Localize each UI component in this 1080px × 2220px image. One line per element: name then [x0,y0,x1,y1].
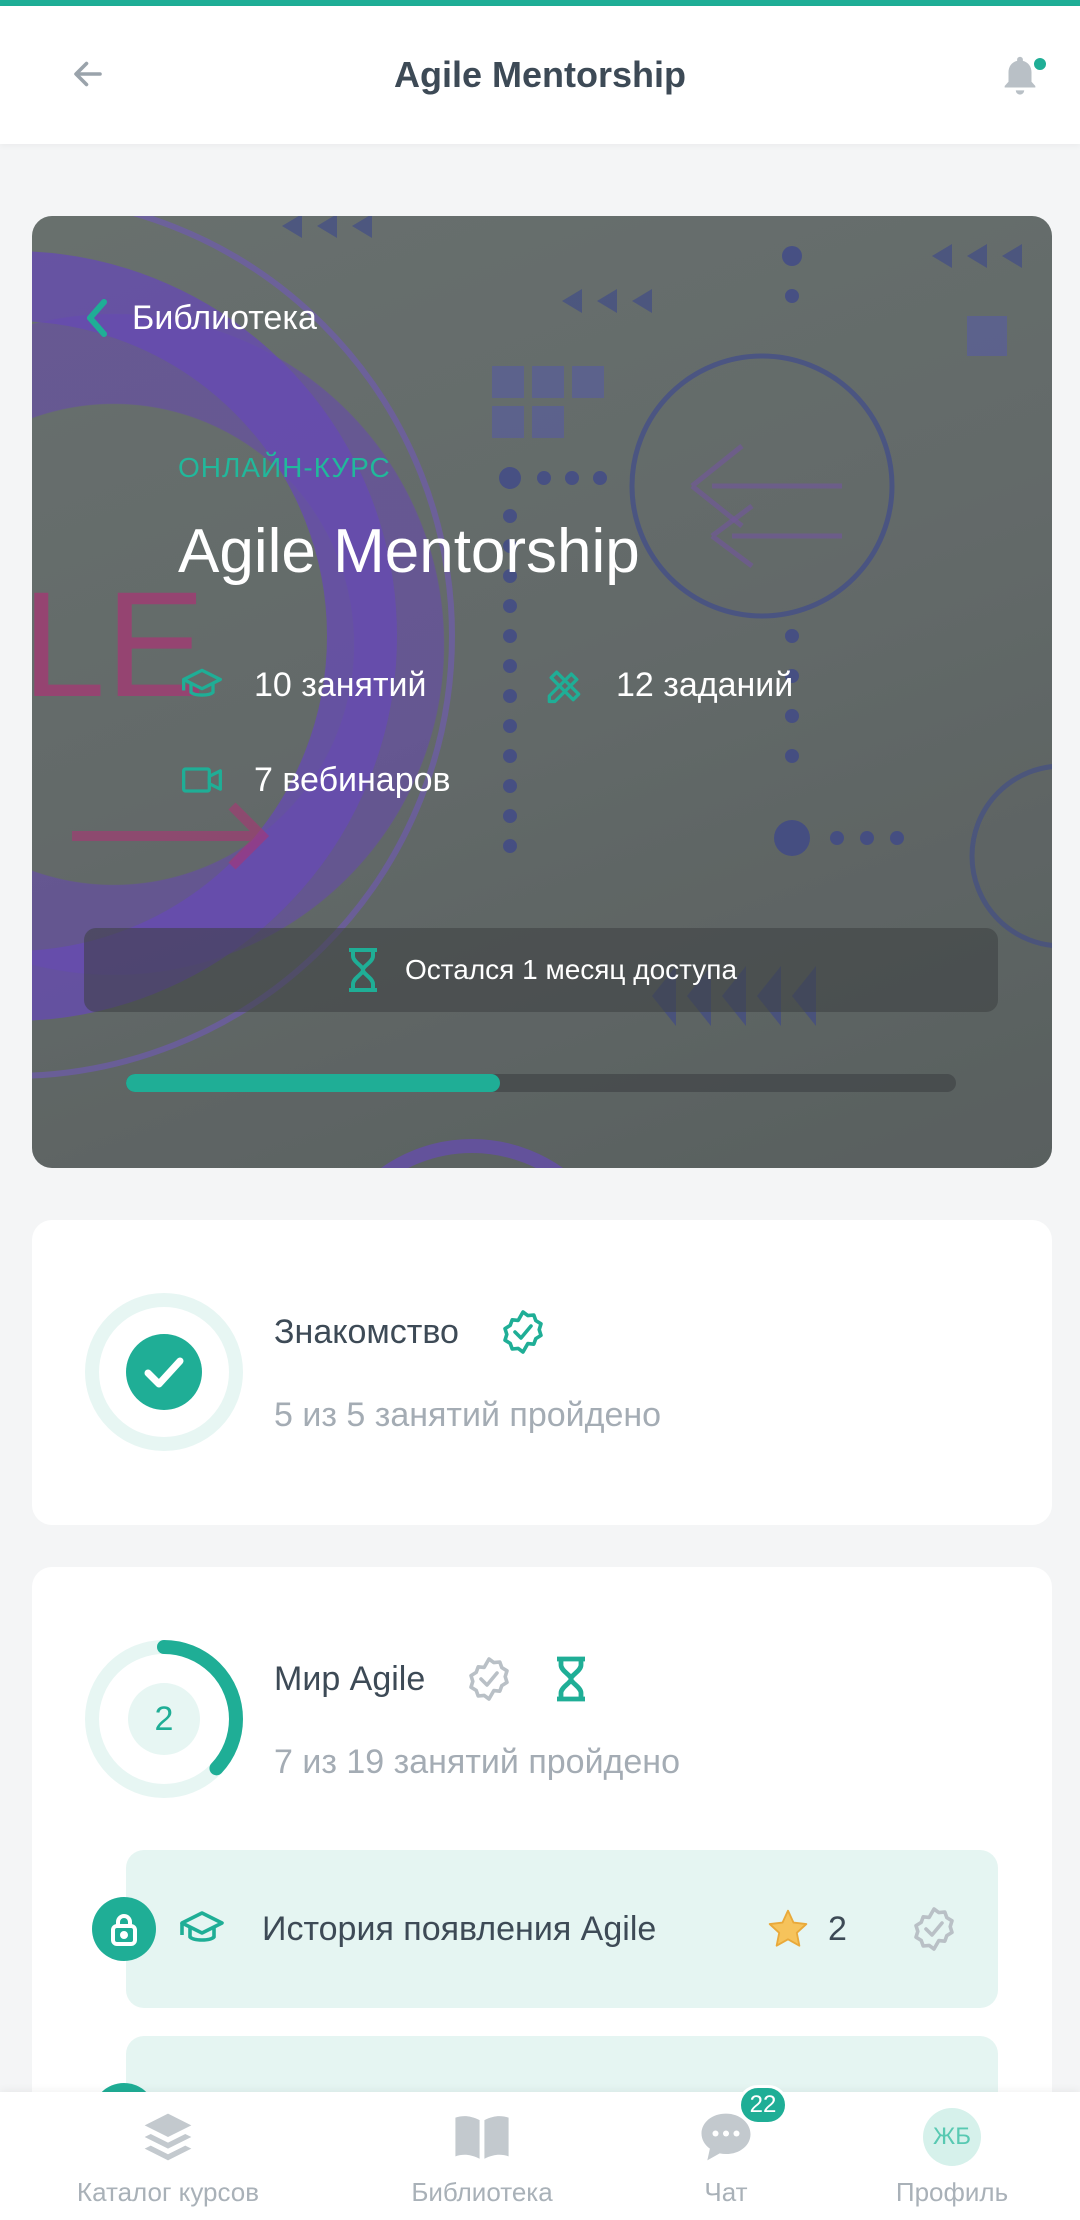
module-progress-ring [84,1292,244,1452]
tools-icon [540,661,588,709]
star-icon [768,1909,808,1947]
graduation-cap-icon [180,1911,224,1942]
graduation-cap-icon [178,661,226,709]
notifications-button[interactable] [992,48,1048,104]
hourglass-icon [348,948,377,992]
module-title: Знакомство [274,1308,547,1356]
hourglass-icon [557,1656,586,1702]
access-remaining-banner: Остался 1 месяц доступа [84,928,998,1012]
chat-unread-badge: 22 [738,2084,788,2125]
module-card-znakomstvo[interactable]: Знакомство 5 из 5 занятий пройдено [32,1220,1052,1525]
nav-library-label: Библиотека [411,2176,553,2207]
tasks-count-label: 12 заданий [616,665,794,704]
module-title-text: Знакомство [274,1312,459,1351]
webinars-count-label: 7 вебинаров [254,760,451,799]
course-progress-bar [126,1074,956,1092]
library-back-link[interactable]: Библиотека [84,290,317,346]
nav-catalog-label: Каталог курсов [76,2176,260,2207]
page-title: Agile Mentorship [393,54,686,95]
module-progress-text: 7 из 19 занятий пройдено [274,1743,680,1781]
nav-profile[interactable]: ЖБ Профиль [872,2092,1032,2220]
nav-library[interactable]: Библиотека [372,2092,592,2220]
lock-icon [92,1897,156,1961]
lesson-rating: 2 [766,1850,847,2008]
module-progress-ring: 2 [84,1639,244,1799]
module-progress-text: 5 из 5 занятий пройдено [274,1396,662,1434]
module-title-text: Мир Agile [274,1659,426,1698]
module-number: 2 [154,1699,174,1738]
notification-dot [1032,56,1048,72]
lesson-row[interactable]: История появления Agile 2 [92,1850,998,2008]
arrow-left-icon [74,61,102,87]
lessons-count: 10 занятий [178,661,427,709]
lesson-rating-value: 2 [828,1909,847,1948]
bottom-navigation: Каталог курсов Библиотека 22 Чат ЖБ Проф… [0,2084,1080,2220]
badge-outline-icon [914,1907,954,1951]
lessons-count-label: 10 занятий [254,665,427,704]
module-card-mir-agile[interactable]: 2 Мир Agile 7 из 19 занятий пройдено Ист… [32,1567,1052,2194]
verified-badge-icon [503,1310,543,1354]
module-title: Мир Agile [274,1655,589,1703]
course-title: Agile Mentorship [178,517,640,586]
access-remaining-text: Остался 1 месяц доступа [404,954,738,985]
course-progress-fill [126,1074,500,1092]
nav-chat[interactable]: 22 Чат [646,2084,806,2220]
webinars-count: 7 вебинаров [178,756,451,804]
lesson-title: История появления Agile [262,1909,657,1948]
layers-icon [136,2105,200,2169]
avatar: ЖБ [923,2107,981,2166]
course-type-label: Онлайн-курс [178,452,391,483]
library-back-label: Библиотека [132,298,317,337]
video-camera-icon [178,756,226,804]
nav-chat-label: Чат [704,2176,748,2207]
tasks-count: 12 заданий [540,661,793,709]
book-icon [450,2105,514,2169]
nav-profile-label: Профиль [895,2176,1009,2207]
nav-catalog[interactable]: Каталог курсов [50,2092,286,2220]
course-hero-card: LE Библиотека ОНЛАЙН-КУРС Agile Mentorsh… [32,216,1052,1168]
chevron-left-icon [87,299,107,337]
badge-outline-icon [469,1657,510,1701]
chat-icon: 22 [694,2084,788,2169]
app-bar: Agile Mentorship [0,6,1080,144]
back-button[interactable] [60,46,116,102]
